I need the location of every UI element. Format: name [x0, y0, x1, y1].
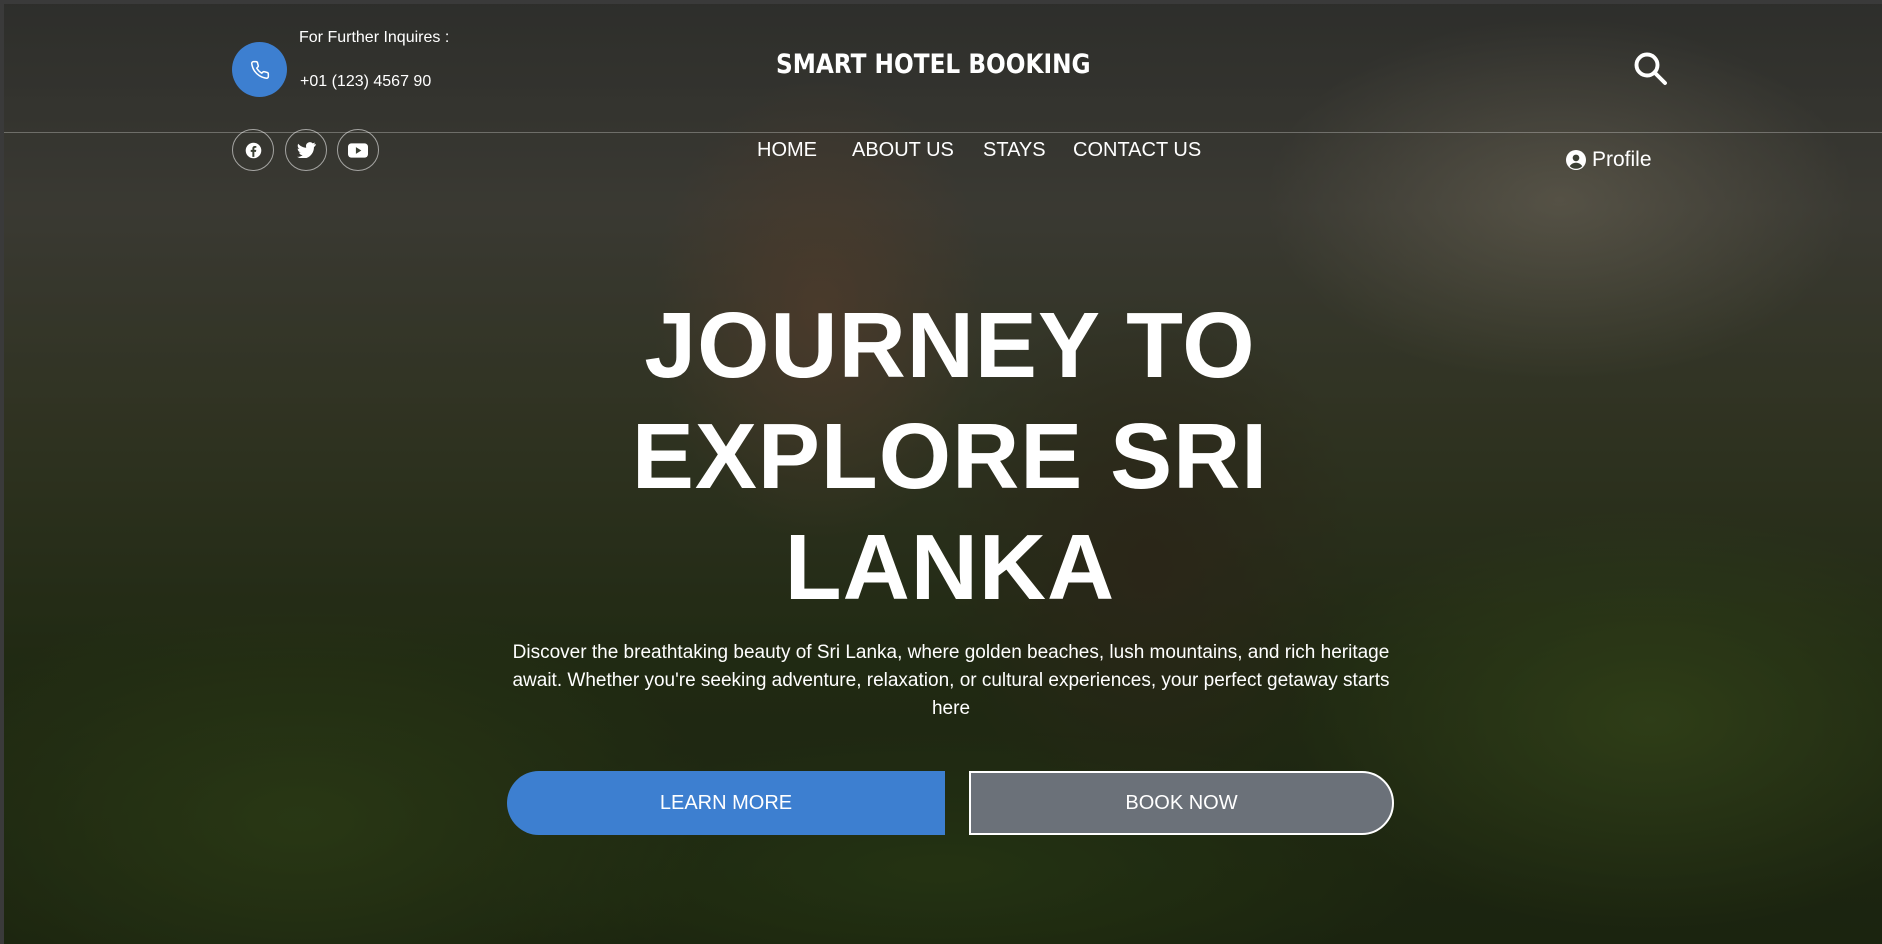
twitter-link[interactable] — [285, 129, 327, 171]
brand-logo[interactable]: SMART HOTEL BOOKING — [770, 36, 1130, 92]
header-divider — [4, 132, 1882, 133]
hero-description-line: here — [931, 698, 971, 719]
youtube-link[interactable] — [337, 129, 379, 171]
nav-stays[interactable]: STAYS — [983, 139, 1046, 162]
learn-more-button[interactable]: LEARN MORE — [507, 771, 945, 835]
phone-icon — [250, 60, 269, 79]
nav-about-us[interactable]: ABOUT US — [852, 139, 954, 162]
search-icon — [1634, 52, 1667, 85]
hero-description-line: await. Whether you're seeking adventure,… — [512, 670, 1390, 691]
profile-link[interactable]: Profile — [1566, 148, 1652, 172]
phone-button[interactable] — [232, 42, 287, 97]
youtube-icon — [348, 142, 368, 158]
hero-description: Discover the breathtaking beauty of Sri … — [510, 639, 1392, 723]
hero-headline-line: EXPLORE SRI — [631, 404, 1269, 508]
hero-headline-line: JOURNEY TO — [644, 293, 1256, 397]
user-circle-icon — [1566, 150, 1586, 170]
window-frame-top — [0, 0, 1882, 4]
facebook-icon — [245, 142, 261, 158]
hero-headline-line: LANKA — [784, 515, 1116, 619]
window-frame-left — [0, 0, 4, 944]
nav-contact-us[interactable]: CONTACT US — [1073, 139, 1201, 162]
inquiry-label: For Further Inquires : — [299, 29, 450, 46]
hero-headline: JOURNEY TO EXPLORE SRI LANKA — [441, 290, 1459, 623]
hero-description-line: Discover the breathtaking beauty of Sri … — [512, 642, 1390, 663]
twitter-icon — [296, 142, 316, 158]
facebook-link[interactable] — [232, 129, 274, 171]
logo-text: SMART HOTEL BOOKING — [776, 48, 1091, 80]
nav-home[interactable]: HOME — [757, 139, 817, 162]
profile-label: Profile — [1592, 148, 1652, 171]
search-button[interactable] — [1632, 50, 1668, 86]
book-now-button[interactable]: BOOK NOW — [969, 771, 1394, 835]
phone-number[interactable]: +01 (123) 4567 90 — [300, 73, 431, 91]
